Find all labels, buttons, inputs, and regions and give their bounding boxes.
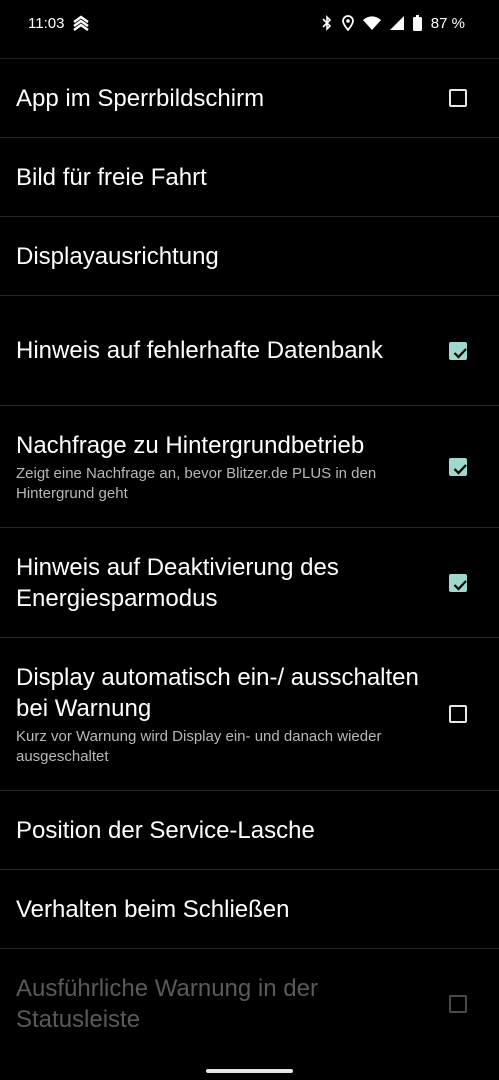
setting-title: Displayausrichtung xyxy=(16,242,219,270)
battery-percent: 87 % xyxy=(430,14,465,32)
gesture-nav-handle[interactable] xyxy=(206,1069,293,1073)
setting-title: App im Sperrbildschirm xyxy=(16,84,265,112)
status-bar: 11:03 87 % xyxy=(0,0,499,46)
wifi-icon xyxy=(362,16,381,30)
setting-checkbox xyxy=(449,995,467,1013)
status-time: 11:03 xyxy=(28,14,65,32)
checkmark-icon xyxy=(453,463,467,475)
battery-icon xyxy=(412,15,422,31)
setting-checkbox[interactable] xyxy=(449,89,467,107)
setting-app-im-sperrbildschirm[interactable]: App im Sperrbildschirm xyxy=(0,59,499,138)
setting-ausfuehrliche-warnung: Ausführliche Warnung in der Statusleiste xyxy=(0,949,499,1059)
settings-screen: 11:03 87 % App im Sperrbildschirm Bild f… xyxy=(0,0,499,1080)
setting-title: Nachfrage zu Hintergrundbetrieb xyxy=(16,431,365,459)
setting-title: Hinweis auf Deaktivierung des Energiespa… xyxy=(16,553,339,612)
location-icon xyxy=(341,15,354,31)
setting-summary: Zeigt eine Nachfrage an, bevor Blitzer.d… xyxy=(16,464,377,502)
setting-summary: Kurz vor Warnung wird Display ein- und d… xyxy=(16,727,382,765)
setting-title: Verhalten beim Schließen xyxy=(16,895,290,923)
setting-checkbox[interactable] xyxy=(449,457,467,476)
setting-title: Display automatisch ein-/ ausschalten be… xyxy=(16,663,419,722)
setting-displayausrichtung[interactable]: Displayausrichtung xyxy=(0,217,499,296)
checkmark-icon xyxy=(453,347,467,359)
checkmark-icon xyxy=(453,579,467,591)
setting-verhalten-beim-schliessen[interactable]: Verhalten beim Schließen xyxy=(0,870,499,949)
setting-hinweis-energiesparmodus[interactable]: Hinweis auf Deaktivierung des Energiespa… xyxy=(0,528,499,638)
setting-title: Ausführliche Warnung in der Statusleiste xyxy=(16,975,318,1033)
setting-nachfrage-hintergrundbetrieb[interactable]: Nachfrage zu Hintergrundbetrieb Zeigt ei… xyxy=(0,406,499,528)
setting-title: Position der Service-Lasche xyxy=(16,816,315,844)
setting-display-automatisch[interactable]: Display automatisch ein-/ ausschalten be… xyxy=(0,638,499,791)
setting-title: Hinweis auf fehlerhafte Datenbank xyxy=(16,337,383,364)
settings-list: App im Sperrbildschirm Bild für freie Fa… xyxy=(0,59,499,1059)
signal-icon xyxy=(389,16,404,30)
setting-checkbox[interactable] xyxy=(449,705,467,723)
setting-checkbox[interactable] xyxy=(449,573,467,592)
setting-checkbox[interactable] xyxy=(449,341,467,360)
setting-title: Bild für freie Fahrt xyxy=(16,163,207,191)
app-notification-icon xyxy=(72,15,90,31)
setting-hinweis-fehlerhafte-datenbank[interactable]: Hinweis auf fehlerhafte Datenbank xyxy=(0,296,499,406)
setting-bild-fuer-freie-fahrt[interactable]: Bild für freie Fahrt xyxy=(0,138,499,217)
setting-position-service-lasche[interactable]: Position der Service-Lasche xyxy=(0,791,499,870)
bluetooth-icon xyxy=(321,15,333,31)
